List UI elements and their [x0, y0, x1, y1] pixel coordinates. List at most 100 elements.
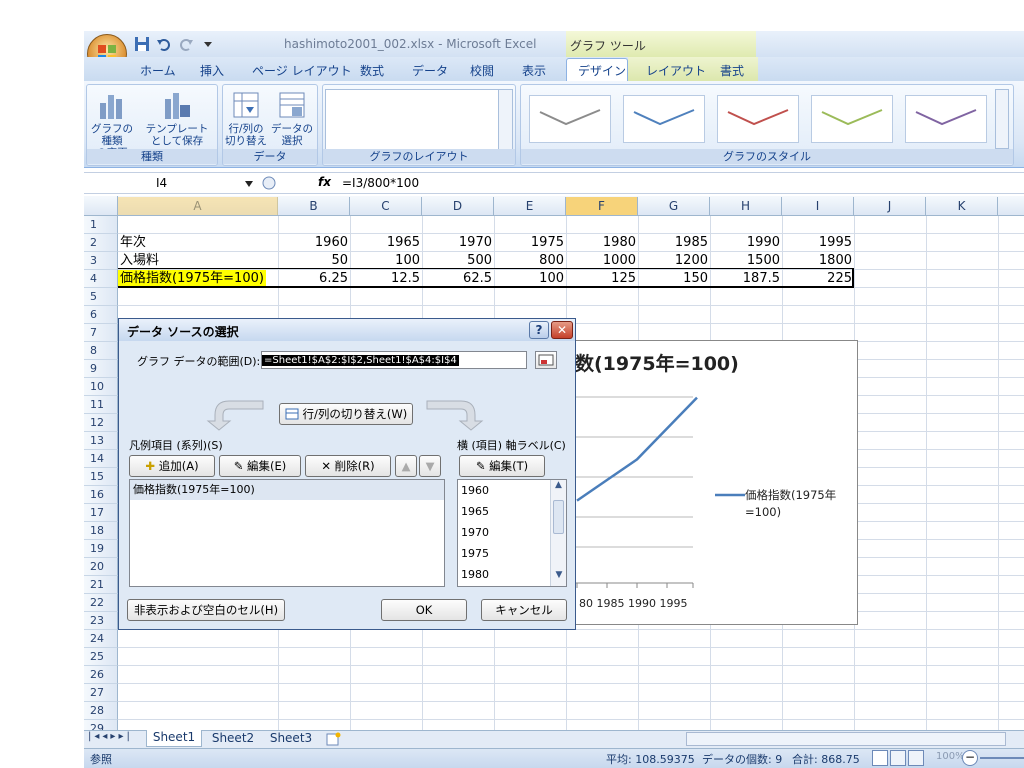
- row-header[interactable]: 15: [84, 468, 118, 486]
- tab-layout[interactable]: レイアウト: [646, 62, 706, 79]
- sheet-tab-sheet3[interactable]: Sheet3: [264, 731, 318, 747]
- switch-row-column-button[interactable]: 行/列の 切り替え: [223, 89, 269, 147]
- row-header[interactable]: 16: [84, 486, 118, 504]
- insert-function-button[interactable]: fx: [318, 175, 331, 189]
- save-icon[interactable]: [134, 36, 150, 52]
- range-input[interactable]: =Sheet1!$A$2:$I$2,Sheet1!$A$4:$I$4: [261, 351, 527, 369]
- close-button[interactable]: ✕: [551, 321, 573, 339]
- column-header-k[interactable]: K: [926, 197, 998, 215]
- undo-icon[interactable]: [156, 36, 172, 52]
- sheet-nav-buttons[interactable]: |◂◂▸▸|: [88, 731, 133, 742]
- column-header-e[interactable]: E: [494, 197, 566, 215]
- row-header[interactable]: 23: [84, 612, 118, 630]
- move-down-button[interactable]: ▼: [419, 455, 441, 477]
- page-layout-view-icon[interactable]: [890, 750, 906, 766]
- row-header[interactable]: 17: [84, 504, 118, 522]
- tab-design[interactable]: デザイン: [578, 62, 626, 79]
- cell-c2[interactable]: 1965: [350, 234, 420, 252]
- series-list[interactable]: 価格指数(1975年=100): [129, 479, 445, 587]
- series-list-item[interactable]: 価格指数(1975年=100): [130, 480, 444, 500]
- cell-i2[interactable]: 1995: [782, 234, 852, 252]
- tab-view[interactable]: 表示: [522, 62, 546, 79]
- zoom-slider[interactable]: [980, 757, 1024, 759]
- row-header[interactable]: 28: [84, 702, 118, 720]
- chart-style-thumbnail[interactable]: [623, 95, 705, 143]
- axis-labels-list[interactable]: 1960 1965 1970 1975 1980 ▲ ▼: [457, 479, 567, 587]
- row-header[interactable]: 22: [84, 594, 118, 612]
- sheet-tab-sheet2[interactable]: Sheet2: [206, 731, 260, 747]
- horizontal-scrollbar[interactable]: [686, 732, 1006, 746]
- chart-style-thumbnail[interactable]: [529, 95, 611, 143]
- select-data-button[interactable]: データの 選択: [269, 89, 315, 147]
- row-header[interactable]: 20: [84, 558, 118, 576]
- row-header[interactable]: 10: [84, 378, 118, 396]
- column-header-d[interactable]: D: [422, 197, 494, 215]
- add-series-button[interactable]: ✚ 追加(A): [129, 455, 215, 477]
- delete-series-button[interactable]: ✕ 削除(R): [305, 455, 391, 477]
- row-header[interactable]: 5: [84, 288, 118, 306]
- row-header[interactable]: 4: [84, 270, 118, 288]
- chart-layout-gallery[interactable]: [325, 89, 513, 151]
- tab-page-layout[interactable]: ページ レイアウト: [252, 62, 352, 79]
- name-box[interactable]: I4: [156, 176, 167, 190]
- scroll-down-icon[interactable]: ▼: [551, 570, 567, 586]
- row-header[interactable]: 6: [84, 306, 118, 324]
- move-up-button[interactable]: ▲: [395, 455, 417, 477]
- scroll-up-icon[interactable]: ▲: [551, 480, 566, 496]
- chart-object[interactable]: 数(1975年=100) 価格指数(1975年 =100) 80 1985 19…: [568, 340, 858, 625]
- qat-customize-icon[interactable]: [200, 36, 216, 52]
- tab-format[interactable]: 書式: [720, 62, 744, 79]
- column-header-h[interactable]: H: [710, 197, 782, 215]
- last-sheet-icon[interactable]: ▸|: [118, 731, 132, 742]
- cell-e2[interactable]: 1975: [494, 234, 564, 252]
- row-header[interactable]: 8: [84, 342, 118, 360]
- help-button[interactable]: ?: [529, 321, 549, 339]
- row-header[interactable]: 27: [84, 684, 118, 702]
- row-header[interactable]: 7: [84, 324, 118, 342]
- scroll-thumb[interactable]: [553, 500, 564, 534]
- tab-review[interactable]: 校閲: [470, 62, 494, 79]
- cell-f2[interactable]: 1980: [566, 234, 636, 252]
- row-header[interactable]: 26: [84, 666, 118, 684]
- chart-style-thumbnail[interactable]: [717, 95, 799, 143]
- save-as-template-button[interactable]: テンプレート として保存: [145, 89, 209, 147]
- cell-h2[interactable]: 1990: [710, 234, 780, 252]
- normal-view-icon[interactable]: [872, 750, 888, 766]
- redo-icon[interactable]: [178, 36, 194, 52]
- chart-style-thumbnail[interactable]: [811, 95, 893, 143]
- row-header[interactable]: 13: [84, 432, 118, 450]
- formula-bar-expand-icon[interactable]: [262, 176, 276, 190]
- sheet-tab-sheet1[interactable]: Sheet1: [146, 730, 202, 747]
- row-header[interactable]: 3: [84, 252, 118, 270]
- axis-list-scrollbar[interactable]: ▲ ▼: [550, 480, 566, 586]
- row-header[interactable]: 14: [84, 450, 118, 468]
- range-collapse-button[interactable]: [535, 351, 557, 369]
- tab-insert[interactable]: 挿入: [200, 62, 224, 79]
- name-box-dropdown-icon[interactable]: [244, 180, 254, 188]
- tab-home[interactable]: ホーム: [140, 62, 176, 79]
- style-gallery-scroll[interactable]: [995, 89, 1009, 149]
- edit-series-button[interactable]: ✎ 編集(E): [219, 455, 301, 477]
- switch-row-column-dialog-button[interactable]: 行/列の切り替え(W): [279, 403, 413, 425]
- column-header-f[interactable]: F: [566, 197, 638, 215]
- hidden-empty-cells-button[interactable]: 非表示および空白のセル(H): [127, 599, 285, 621]
- column-header-c[interactable]: C: [350, 197, 422, 215]
- cancel-button[interactable]: キャンセル: [481, 599, 567, 621]
- column-header-j[interactable]: J: [854, 197, 926, 215]
- cell-d2[interactable]: 1970: [422, 234, 492, 252]
- chart-title[interactable]: 数(1975年=100): [575, 349, 739, 376]
- page-break-view-icon[interactable]: [908, 750, 924, 766]
- cell-g2[interactable]: 1985: [638, 234, 708, 252]
- row-header[interactable]: 18: [84, 522, 118, 540]
- ok-button[interactable]: OK: [381, 599, 467, 621]
- row-header[interactable]: 2: [84, 234, 118, 252]
- row-header[interactable]: 24: [84, 630, 118, 648]
- column-header-i[interactable]: I: [782, 197, 854, 215]
- row-header[interactable]: 21: [84, 576, 118, 594]
- cell-a2[interactable]: 年次: [120, 234, 146, 252]
- column-header-g[interactable]: G: [638, 197, 710, 215]
- row-header[interactable]: 9: [84, 360, 118, 378]
- series-line[interactable]: [576, 396, 698, 502]
- row-header[interactable]: 19: [84, 540, 118, 558]
- row-header[interactable]: 11: [84, 396, 118, 414]
